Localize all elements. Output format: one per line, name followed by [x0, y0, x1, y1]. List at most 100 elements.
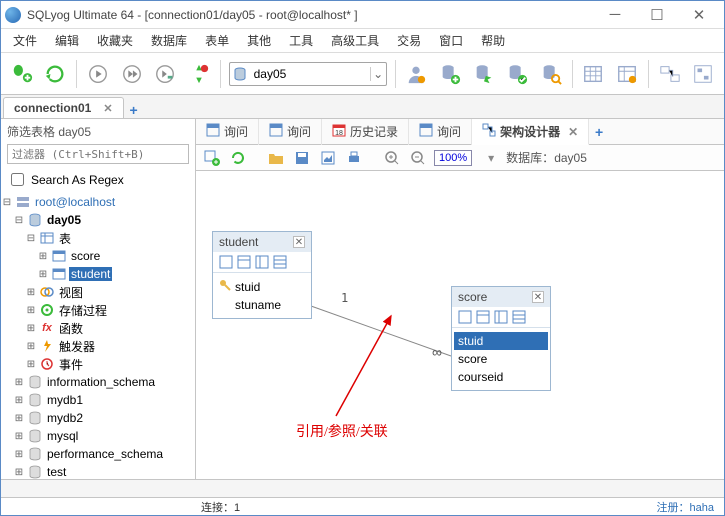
tree-expand-icon[interactable]: ⊞ [13, 449, 25, 460]
tree-node-events[interactable]: 事件 [57, 356, 85, 373]
object-tree[interactable]: ⊟root@localhost ⊟day05 ⊟表 ⊞score ⊞studen… [1, 191, 195, 479]
menu-help[interactable]: 帮助 [473, 30, 513, 51]
menu-file[interactable]: 文件 [5, 30, 45, 51]
schema-designer-button[interactable] [690, 61, 716, 87]
tree-expand-icon[interactable]: ⊞ [37, 251, 49, 262]
column-courseid[interactable]: courseid [454, 368, 548, 386]
tab-query-1[interactable]: 询问 [196, 119, 259, 145]
tree-expand-icon[interactable]: ⊟ [25, 233, 37, 244]
db-compare-button[interactable] [504, 61, 530, 87]
schema-canvas[interactable]: 1 ∞ student✕ stuid stuname score✕ [196, 171, 724, 479]
close-button[interactable]: ✕ [678, 3, 720, 27]
menu-transactions[interactable]: 交易 [389, 30, 429, 51]
tree-node-funcs[interactable]: 函数 [57, 320, 85, 337]
tree-expand-icon[interactable]: ⊞ [13, 377, 25, 388]
menu-tools[interactable]: 工具 [281, 30, 321, 51]
tree-node-table-student[interactable]: student [69, 267, 112, 281]
zoom-out-button[interactable] [408, 148, 428, 168]
tree-node-views[interactable]: 视图 [57, 284, 85, 301]
table-score[interactable]: score✕ stuid score courseid [451, 286, 551, 391]
add-connection-tab-button[interactable]: + [124, 102, 144, 118]
database-input[interactable] [250, 64, 370, 84]
menu-window[interactable]: 窗口 [431, 30, 471, 51]
menu-favorites[interactable]: 收藏夹 [89, 30, 141, 51]
print-button[interactable] [344, 148, 364, 168]
db-sync-button[interactable] [471, 61, 497, 87]
query-builder-button[interactable] [657, 61, 683, 87]
tree-expand-icon[interactable]: ⊞ [13, 431, 25, 442]
table-tool-icon[interactable] [494, 310, 508, 324]
tree-expand-icon[interactable]: ⊞ [25, 341, 37, 352]
user-manager-button[interactable] [404, 61, 430, 87]
tree-expand-icon[interactable]: ⊞ [25, 287, 37, 298]
zoom-in-button[interactable] [382, 148, 402, 168]
tab-history[interactable]: 18历史记录 [322, 119, 409, 145]
tree-node-tables[interactable]: 表 [57, 230, 73, 247]
table-alter-button[interactable] [614, 61, 640, 87]
tree-expand-icon[interactable]: ⊞ [13, 413, 25, 424]
table-tool-icon[interactable] [237, 255, 251, 269]
filter-input[interactable] [7, 144, 189, 164]
tree-node-db[interactable]: performance_schema [45, 447, 165, 461]
menu-database[interactable]: 数据库 [143, 30, 195, 51]
tree-node-db[interactable]: information_schema [45, 375, 157, 389]
zoom-input[interactable]: 100% [434, 150, 472, 166]
column-stuid[interactable]: stuid [215, 277, 309, 296]
new-connection-button[interactable] [9, 61, 35, 87]
refresh-button[interactable] [43, 61, 69, 87]
tree-expand-icon[interactable]: ⊞ [37, 269, 49, 280]
tree-expand-icon[interactable]: ⊞ [25, 305, 37, 316]
close-table-icon[interactable]: ✕ [293, 236, 305, 248]
table-tool-icon[interactable] [219, 255, 233, 269]
tree-node-table-score[interactable]: score [69, 249, 102, 263]
dropdown-icon[interactable]: ⌄ [370, 67, 386, 81]
tree-expand-icon[interactable]: ⊞ [13, 395, 25, 406]
format-query-button[interactable] [186, 61, 212, 87]
table-tool-icon[interactable] [255, 255, 269, 269]
column-stuname[interactable]: stuname [215, 296, 309, 314]
tab-query-2[interactable]: 询问 [259, 119, 322, 145]
db-search-button[interactable] [538, 61, 564, 87]
add-table-button[interactable] [202, 148, 222, 168]
tab-schema-designer[interactable]: 架构设计器✕ [472, 119, 589, 145]
tab-query-3[interactable]: 询问 [409, 119, 472, 145]
tree-node-db[interactable]: mysql [45, 429, 80, 443]
save-button[interactable] [292, 148, 312, 168]
tree-node-connection[interactable]: root@localhost [33, 195, 117, 209]
close-tab-icon[interactable]: ✕ [568, 125, 578, 139]
menu-powertools[interactable]: 高级工具 [323, 30, 387, 51]
add-content-tab-button[interactable]: + [589, 124, 609, 140]
tree-expand-icon[interactable]: ⊟ [13, 215, 25, 226]
column-score[interactable]: score [454, 350, 548, 368]
table-tool-icon[interactable] [476, 310, 490, 324]
table-student[interactable]: student✕ stuid stuname [212, 231, 312, 319]
execute-edit-button[interactable] [152, 61, 178, 87]
table-tool-icon[interactable] [512, 310, 526, 324]
table-tool-icon[interactable] [273, 255, 287, 269]
tree-node-db[interactable]: mydb1 [45, 393, 85, 407]
connection-tab[interactable]: connection01 ✕ [3, 97, 124, 118]
db-sync-add-button[interactable] [437, 61, 463, 87]
maximize-button[interactable]: ☐ [636, 3, 678, 27]
open-button[interactable] [266, 148, 286, 168]
menu-table[interactable]: 表单 [197, 30, 237, 51]
tree-node-db[interactable]: mydb2 [45, 411, 85, 425]
minimize-button[interactable]: ─ [594, 3, 636, 27]
tree-expand-icon[interactable]: ⊞ [13, 467, 25, 478]
tree-expand-icon[interactable]: ⊞ [25, 323, 37, 334]
tree-node-db[interactable]: test [45, 465, 68, 479]
regex-checkbox[interactable] [11, 173, 24, 186]
close-tab-icon[interactable]: ✕ [103, 102, 112, 115]
tree-expand-icon[interactable]: ⊟ [1, 197, 13, 208]
close-table-icon[interactable]: ✕ [532, 291, 544, 303]
tree-node-triggers[interactable]: 触发器 [57, 338, 97, 355]
save-as-image-button[interactable] [318, 148, 338, 168]
table-data-button[interactable] [581, 61, 607, 87]
database-selector[interactable]: ⌄ [229, 62, 387, 86]
tree-node-procs[interactable]: 存储过程 [57, 302, 109, 319]
refresh-schema-button[interactable] [228, 148, 248, 168]
execute-query-button[interactable] [85, 61, 111, 87]
tree-expand-icon[interactable]: ⊞ [25, 359, 37, 370]
menu-other[interactable]: 其他 [239, 30, 279, 51]
menu-edit[interactable]: 编辑 [47, 30, 87, 51]
